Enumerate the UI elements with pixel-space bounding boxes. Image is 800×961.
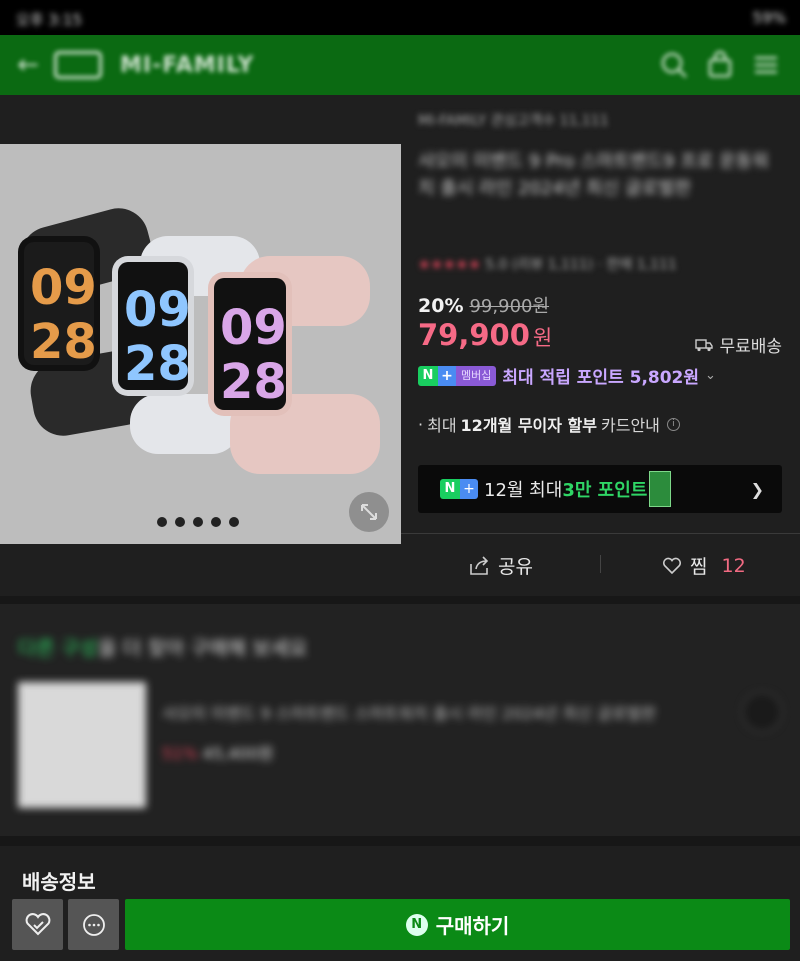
reco-item-discount: 51% [162, 744, 198, 763]
reco-item-price-row: 51% 45,400원 [162, 740, 273, 764]
watch-face-minutes: 28 [30, 314, 97, 370]
menu-icon[interactable] [750, 49, 782, 81]
reco-heading-rest: 을 더 찾아 구매해 보세요 [97, 636, 308, 660]
price-unit: 원 [532, 326, 553, 350]
heart-icon [662, 557, 682, 574]
watch-face-hours-3: 09 [220, 300, 287, 356]
store-name[interactable]: MI-FAMILY [120, 53, 254, 78]
bullet: · [418, 414, 424, 434]
divider [401, 533, 800, 534]
npay-plus-badge: N + [440, 479, 478, 499]
wishlist-label: 찜 [690, 556, 708, 578]
discount-percent: 20% [418, 295, 464, 317]
product-photo-watches: 09 28 09 28 09 28 [18, 208, 380, 474]
chat-button[interactable] [68, 899, 119, 950]
reco-thumbnail[interactable] [18, 682, 146, 808]
original-price: 99,900원 [469, 296, 550, 317]
free-shipping-label: 무료배송 [719, 337, 782, 357]
pager-dot[interactable] [211, 517, 221, 527]
watch-face-minutes-2: 28 [124, 336, 191, 392]
recommendation-section: 다른 구성을 더 찾아 구매해 보세요 샤오미 미밴드 9 스마트밴드 스마트워… [0, 604, 800, 836]
installment-row[interactable]: · 최대 12개월 무이자 할부 카드안내 i [418, 412, 680, 436]
reco-item-title[interactable]: 샤오미 미밴드 9 스마트밴드 스마트워치 출시 라인 2024년 최신 글로벌… [162, 700, 656, 724]
buy-button[interactable]: N 구매하기 [125, 899, 790, 950]
bag-icon[interactable] [704, 49, 736, 81]
seller-extra: 관심고객수 11,111 [490, 113, 609, 129]
chat-icon [82, 913, 105, 936]
expand-image-button[interactable] [349, 492, 389, 532]
naver-n-icon: N [418, 365, 438, 386]
naver-n-icon: N [440, 479, 460, 499]
free-shipping: 무료배송 [695, 332, 782, 357]
wishlist-count: 12 [721, 554, 746, 577]
pager-dot[interactable] [157, 517, 167, 527]
buy-label: 구매하기 [435, 914, 510, 938]
installment-prefix: 최대 [427, 416, 457, 435]
promo-image [649, 471, 672, 507]
npay-membership-badge: N + 멤버십 [418, 365, 497, 386]
share-button[interactable]: 공유 [468, 552, 533, 579]
points-row[interactable]: N + 멤버십 최대 적립 포인트 5,802원 ⌄ [418, 363, 716, 388]
product-title: 샤오미 미밴드 9 Pro 스마트밴드9 프로 운동워치 출시 라인 2024년… [418, 151, 769, 199]
section-separator [0, 836, 800, 846]
pager-dot[interactable] [229, 517, 239, 527]
points-text: 최대 적립 포인트 5,802원 [502, 368, 700, 388]
plus-icon: + [438, 365, 456, 386]
wishlist-button[interactable]: 찜 12 [662, 552, 746, 579]
seller-row[interactable]: MI-FAMILY 관심고객수 11,111 [418, 110, 798, 136]
seller-name[interactable]: MI-FAMILY [418, 113, 486, 129]
sale-price: 79,900 원 [418, 318, 552, 352]
reco-heading-green: 다른 구성 [18, 636, 98, 660]
watch-face-hours-2: 09 [124, 282, 191, 338]
discount-row: 20% 99,900원 [418, 292, 549, 318]
status-time: 오후 3:15 [16, 11, 83, 29]
app-header: ← MI-FAMILY [0, 35, 800, 95]
divider [600, 555, 601, 573]
pager-dot[interactable] [175, 517, 185, 527]
image-pager-dots[interactable] [157, 517, 239, 527]
installment-bold: 12개월 무이자 할부 [460, 416, 597, 435]
installment-suffix: 카드안내 [601, 416, 660, 435]
product-image[interactable]: 09 28 09 28 09 28 [0, 144, 401, 544]
naver-pay-icon: N [405, 913, 428, 936]
promo-banner[interactable]: N + 12월 최대 3만 포인트 ❯ [418, 465, 782, 513]
shipping-info-title: 배송정보 [22, 870, 96, 894]
chevron-right-icon: ❯ [750, 479, 764, 499]
heart-icon [25, 912, 50, 935]
share-icon [470, 555, 489, 575]
promo-highlight: 3만 포인트 [562, 480, 648, 501]
rating-text: 5.0 (리뷰 1,111) · 판매 1,111 [485, 257, 677, 273]
reco-item-price: 45,400원 [202, 744, 274, 763]
expand-icon [361, 504, 377, 520]
section-separator [0, 596, 800, 604]
bottom-action-bar: N 구매하기 [0, 893, 800, 961]
rating-stars: ★★★★★ [418, 257, 481, 273]
pager-dot[interactable] [193, 517, 203, 527]
bottom-wishlist-button[interactable] [12, 899, 63, 950]
promo-prefix: 12월 최대 [484, 480, 563, 501]
status-indicators: 59% [752, 9, 786, 27]
plus-icon: + [460, 479, 478, 499]
info-icon[interactable]: i [666, 417, 680, 431]
watch-face-hours: 09 [30, 260, 97, 316]
reco-next-button[interactable] [742, 692, 782, 732]
price-value: 79,900 [418, 318, 530, 352]
store-logo[interactable] [54, 51, 102, 79]
truck-icon [695, 338, 714, 351]
watch-face-minutes-3: 28 [220, 354, 287, 410]
status-bar: 오후 3:15 59% [0, 0, 800, 35]
chevron-down-icon[interactable]: ⌄ [705, 368, 716, 383]
rating-row[interactable]: ★★★★★ 5.0 (리뷰 1,111) · 판매 1,111 [418, 254, 788, 274]
search-icon[interactable] [658, 49, 690, 81]
back-arrow-icon[interactable]: ← [8, 45, 48, 85]
reco-heading: 다른 구성을 더 찾아 구매해 보세요 [18, 632, 307, 661]
share-label: 공유 [498, 556, 533, 578]
membership-label: 멤버십 [456, 365, 497, 386]
